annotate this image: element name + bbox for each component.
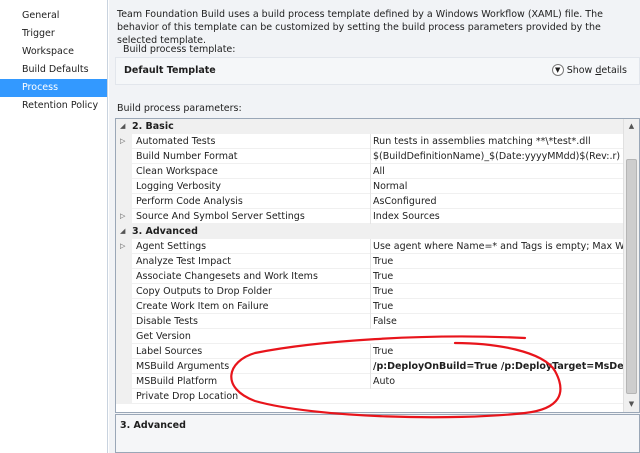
- property-value[interactable]: All: [370, 164, 624, 179]
- property-row[interactable]: ▷ Automated Tests Run tests in assemblies …: [116, 134, 624, 149]
- show-details-label: Show details: [566, 64, 627, 76]
- property-value[interactable]: Run tests in assemblies matching **\*tes…: [370, 134, 624, 149]
- property-name: Perform Code Analysis: [136, 196, 243, 207]
- scroll-up-icon[interactable]: ▲: [624, 119, 639, 134]
- property-row[interactable]: Clean Workspace All: [116, 164, 624, 179]
- triangle-right-icon[interactable]: ▷: [120, 209, 125, 224]
- property-value[interactable]: True: [370, 299, 624, 314]
- property-name: Clean Workspace: [136, 166, 218, 177]
- property-row[interactable]: Perform Code Analysis AsConfigured: [116, 194, 624, 209]
- property-name: Create Work Item on Failure: [136, 301, 269, 312]
- property-row[interactable]: Disable Tests False: [116, 314, 624, 329]
- property-row[interactable]: Private Drop Location: [116, 389, 624, 404]
- nav-item-retention-policy[interactable]: Retention Policy: [0, 97, 107, 115]
- property-name: MSBuild Arguments: [136, 361, 230, 372]
- property-row[interactable]: MSBuild Arguments/p:DeployOnBuild=True /…: [116, 359, 624, 374]
- nav-item-process[interactable]: Process: [0, 79, 107, 97]
- triangle-right-icon[interactable]: ▷: [120, 134, 125, 149]
- property-row[interactable]: Copy Outputs to Drop Folder True: [116, 284, 624, 299]
- process-panel: Team Foundation Build uses a build proce…: [109, 0, 640, 453]
- property-name: Disable Tests: [136, 316, 198, 327]
- property-value[interactable]: Index Sources: [370, 209, 624, 224]
- parameters-label: Build process parameters:: [117, 103, 242, 114]
- scroll-down-icon[interactable]: ▼: [624, 397, 639, 412]
- property-name: Analyze Test Impact: [136, 256, 232, 267]
- property-row[interactable]: Get Version: [116, 329, 624, 344]
- row-gutter: [116, 314, 132, 329]
- chevron-down-circle-icon: ▼: [551, 64, 564, 76]
- property-name: Private Drop Location: [136, 391, 239, 402]
- row-gutter: [116, 149, 132, 164]
- process-description: Team Foundation Build uses a build proce…: [117, 9, 603, 46]
- description-pane: 3. Advanced: [115, 414, 640, 453]
- row-gutter: [116, 269, 132, 284]
- property-name: Automated Tests: [136, 136, 216, 147]
- property-value[interactable]: Use agent where Name=* and Tags is empty…: [370, 239, 624, 254]
- row-gutter: [116, 344, 132, 359]
- property-value[interactable]: AsConfigured: [370, 194, 624, 209]
- property-name: Copy Outputs to Drop Folder: [136, 286, 272, 297]
- property-value[interactable]: True: [370, 284, 624, 299]
- row-gutter: [116, 299, 132, 314]
- property-value[interactable]: /p:DeployOnBuild=True /p:DeployTarget=Ms…: [370, 359, 624, 374]
- triangle-right-icon[interactable]: ▷: [120, 239, 125, 254]
- property-row[interactable]: Label Sources True: [116, 344, 624, 359]
- category-row[interactable]: ◢ 2. Basic: [116, 119, 624, 134]
- property-row[interactable]: ▷ Source And Symbol Server Settings Index …: [116, 209, 624, 224]
- property-name: Agent Settings: [136, 241, 207, 252]
- row-gutter: [116, 164, 132, 179]
- scroll-thumb[interactable]: [626, 159, 637, 394]
- template-label: Build process template:: [123, 44, 236, 55]
- property-value[interactable]: True: [370, 269, 624, 284]
- row-gutter: [116, 284, 132, 299]
- nav-item-general[interactable]: General: [0, 7, 107, 25]
- triangle-down-icon[interactable]: ◢: [120, 119, 125, 134]
- row-gutter: [116, 329, 132, 344]
- property-row[interactable]: ▷ Agent Settings Use agent where Name=* an…: [116, 239, 624, 254]
- row-gutter: [116, 359, 132, 374]
- property-name: Label Sources: [136, 346, 203, 357]
- property-name: Get Version: [136, 331, 191, 342]
- property-value[interactable]: True: [370, 254, 624, 269]
- property-name: MSBuild Platform: [136, 376, 218, 387]
- triangle-down-icon[interactable]: ◢: [120, 224, 125, 239]
- show-details-button[interactable]: ▼ Show details: [551, 64, 627, 76]
- property-row[interactable]: Associate Changesets and Work Items True: [116, 269, 624, 284]
- nav-item-workspace[interactable]: Workspace: [0, 43, 107, 61]
- category-label: 2. Basic: [132, 121, 174, 132]
- template-name: Default Template: [124, 65, 216, 76]
- nav-item-trigger[interactable]: Trigger: [0, 25, 107, 43]
- property-row[interactable]: Build Number Format $(BuildDefinitionName…: [116, 149, 624, 164]
- property-name: Associate Changesets and Work Items: [136, 271, 318, 282]
- property-value[interactable]: True: [370, 344, 624, 359]
- property-name: Build Number Format: [136, 151, 238, 162]
- row-gutter: [116, 194, 132, 209]
- property-row[interactable]: MSBuild Platform Auto: [116, 374, 624, 389]
- property-value[interactable]: $(BuildDefinitionName)_$(Date:yyyyMMdd)$…: [370, 149, 624, 164]
- row-gutter: [116, 254, 132, 269]
- row-gutter: [116, 179, 132, 194]
- category-row[interactable]: ◢ 3. Advanced: [116, 224, 624, 239]
- row-gutter: [116, 389, 132, 404]
- property-name: Logging Verbosity: [136, 181, 221, 192]
- description-pane-title: 3. Advanced: [120, 420, 186, 431]
- property-value[interactable]: Auto: [370, 374, 624, 389]
- property-row[interactable]: Analyze Test Impact True: [116, 254, 624, 269]
- category-label: 3. Advanced: [132, 226, 198, 237]
- template-box: Default Template ▼ Show details: [115, 57, 640, 85]
- property-row[interactable]: Logging Verbosity Normal: [116, 179, 624, 194]
- settings-nav: General Trigger Workspace Build Defaults Pro…: [0, 0, 108, 453]
- property-row[interactable]: Create Work Item on Failure True: [116, 299, 624, 314]
- parameters-grid: ◢ 2. Basic ▷ Automated Tests Run tests in as…: [115, 118, 640, 413]
- property-value[interactable]: False: [370, 314, 624, 329]
- property-value[interactable]: Normal: [370, 179, 624, 194]
- property-name: Source And Symbol Server Settings: [136, 211, 305, 222]
- row-gutter: [116, 374, 132, 389]
- nav-item-build-defaults[interactable]: Build Defaults: [0, 61, 107, 79]
- vertical-scrollbar[interactable]: ▲ ▼: [623, 119, 639, 412]
